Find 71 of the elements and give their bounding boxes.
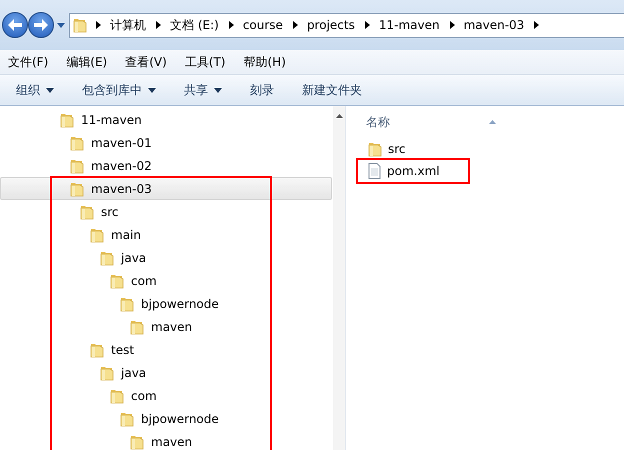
tree-item[interactable]: java	[0, 246, 332, 269]
folder-icon	[73, 17, 87, 33]
breadcrumb-item[interactable]: course	[242, 18, 283, 32]
chevron-right-icon	[156, 21, 161, 29]
folder-icon	[110, 388, 124, 404]
tree-item[interactable]: maven-01	[0, 131, 332, 154]
toolbar-button[interactable]: 共享	[177, 78, 229, 102]
chevron-right-icon	[292, 21, 298, 29]
breadcrumb-item[interactable]: projects	[306, 18, 355, 32]
folder-icon	[120, 410, 134, 426]
chevron-right-icon	[96, 21, 101, 29]
toolbar-button[interactable]: 刻录	[243, 78, 281, 102]
document-icon	[368, 163, 381, 179]
breadcrumb-item[interactable]: 计算机	[110, 16, 146, 34]
scrollbar[interactable]	[333, 106, 345, 450]
folder-icon	[110, 272, 124, 288]
toolbar-button[interactable]: 新建文件夹	[295, 78, 369, 102]
folder-icon	[70, 134, 84, 150]
column-header[interactable]: 名称	[366, 106, 624, 136]
folder-icon	[70, 158, 84, 174]
tree-item[interactable]: java	[0, 361, 332, 384]
arrow-right-icon	[33, 18, 49, 32]
tree-item[interactable]: 11-maven	[0, 108, 332, 131]
folder-icon	[60, 112, 74, 128]
tree-item[interactable]: src	[0, 200, 332, 223]
caret-down-icon	[46, 88, 54, 92]
breadcrumb-item[interactable]: 11-maven	[378, 18, 440, 32]
back-button[interactable]	[2, 12, 28, 38]
tree-item[interactable]: maven-02	[0, 154, 332, 177]
tree-item[interactable]: bjpowernode	[0, 407, 332, 430]
tree-item[interactable]: bjpowernode	[0, 292, 332, 315]
chevron-right-icon	[534, 21, 540, 29]
folder-icon	[120, 296, 134, 312]
menu-item[interactable]: 查看(V)	[120, 54, 172, 70]
arrow-left-icon	[7, 18, 23, 32]
folder-icon	[130, 318, 144, 334]
breadcrumb-item[interactable]: maven-03	[464, 18, 524, 32]
file-item[interactable]: src	[366, 138, 412, 160]
folder-icon	[80, 204, 94, 220]
tree-item[interactable]: maven	[0, 430, 332, 450]
toolbar-button[interactable]: 包含到库中	[75, 78, 163, 102]
chevron-right-icon	[364, 21, 370, 29]
caret-down-icon	[148, 88, 156, 92]
tree-item[interactable]: maven-03	[0, 177, 332, 200]
chevron-right-icon	[450, 21, 455, 29]
folder-icon	[90, 342, 104, 358]
file-item[interactable]: pom.xml	[358, 160, 468, 182]
tree-item[interactable]: test	[0, 338, 332, 361]
menu-item[interactable]: 帮助(H)	[238, 54, 291, 70]
menu-item[interactable]: 文件(F)	[3, 54, 54, 70]
folder-icon	[90, 226, 104, 242]
chevron-right-icon	[228, 21, 234, 29]
folder-icon	[70, 180, 84, 196]
tree-item[interactable]: com	[0, 384, 332, 407]
caret-down-icon	[214, 88, 222, 92]
folder-icon	[100, 250, 114, 266]
forward-button[interactable]	[28, 12, 54, 38]
sort-up-icon	[489, 120, 496, 124]
toolbar-button[interactable]: 组织	[9, 78, 61, 102]
tree-item[interactable]: com	[0, 269, 332, 292]
folder-icon	[100, 364, 114, 380]
caret-down-icon[interactable]	[57, 22, 65, 28]
menu-item[interactable]: 工具(T)	[180, 54, 230, 70]
tree-item[interactable]: main	[0, 223, 332, 246]
address-bar[interactable]: 计算机 文档 (E:) course projects 11-maven maven-03	[69, 12, 624, 38]
folder-icon	[368, 141, 382, 157]
folder-icon	[130, 434, 144, 450]
breadcrumb-item[interactable]: 文档 (E:)	[170, 16, 219, 34]
tree-item[interactable]: maven	[0, 315, 332, 338]
menu-item[interactable]: 编辑(E)	[61, 54, 112, 70]
scroll-up-icon[interactable]	[336, 114, 342, 118]
